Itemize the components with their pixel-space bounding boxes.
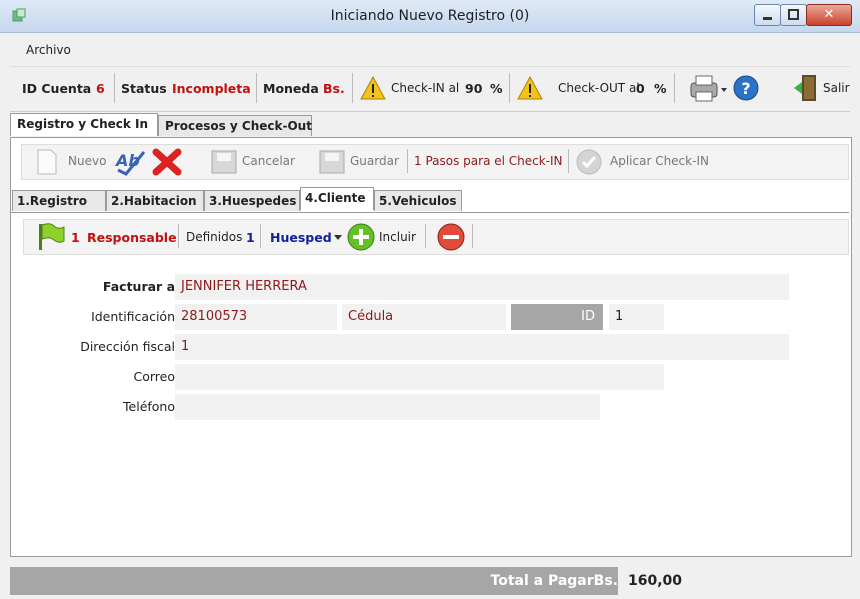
aplicar-check-in-button[interactable]: Aplicar Check-IN (610, 154, 709, 168)
save-icon (319, 150, 345, 174)
moneda-label: Moneda (263, 81, 319, 96)
tab-habitacion[interactable]: 2.Habitacion (106, 190, 204, 211)
direccion-fiscal-label: Dirección fiscal (80, 339, 175, 354)
separator (674, 73, 675, 103)
id-value-field[interactable]: 1 (609, 304, 664, 330)
title-bar: Iniciando Nuevo Registro (0) ✕ (0, 0, 860, 33)
add-circle-icon[interactable] (346, 222, 376, 252)
minimize-button[interactable] (754, 4, 781, 26)
id-cuenta-value: 6 (96, 81, 105, 96)
client-toolbar: 1 Responsable Definidos 1 Huesped Inclui… (23, 219, 849, 255)
window-title: Iniciando Nuevo Registro (0) (330, 8, 530, 24)
responsable-label: Responsable (87, 230, 177, 245)
exit-door-icon[interactable] (793, 73, 819, 103)
tab-vehiculos[interactable]: 5.Vehiculos (374, 190, 462, 211)
cancelar-button[interactable]: Cancelar (242, 154, 295, 168)
maximize-icon (788, 9, 799, 20)
total-label: Total a PagarBs. (490, 573, 618, 589)
svg-text:?: ? (741, 79, 750, 98)
warning-icon (517, 75, 543, 100)
separator (509, 73, 510, 103)
total-value: 160,00 (628, 573, 683, 589)
correo-field[interactable] (175, 364, 664, 390)
delete-x-icon[interactable] (152, 148, 182, 176)
checkout-label: Check-OUT al (558, 81, 640, 95)
tipo-documento-field[interactable]: Cédula (342, 304, 506, 330)
help-icon[interactable]: ? (732, 74, 760, 102)
moneda-value: Bs. (323, 81, 345, 96)
separator (568, 149, 569, 173)
menu-archivo[interactable]: Archivo (26, 43, 71, 57)
huesped-dropdown[interactable]: Huesped (270, 230, 332, 245)
registro-panel: Nuevo Ab Cancelar Guardar 1 Pasos para e… (10, 137, 852, 557)
incluir-button[interactable]: Incluir (379, 230, 416, 244)
total-bar: Total a PagarBs. 160,00 (10, 567, 850, 595)
separator (425, 224, 426, 248)
separator (472, 224, 473, 248)
id-cuenta-label: ID Cuenta (22, 81, 92, 96)
printer-icon[interactable] (689, 73, 729, 103)
dropdown-arrow-icon (721, 88, 727, 92)
pasos-check-in: 1 Pasos para el Check-IN (414, 154, 563, 168)
checkin-label: Check-IN al (391, 81, 460, 95)
close-button[interactable]: ✕ (806, 4, 852, 26)
tab-registro[interactable]: 1.Registro (12, 190, 106, 211)
telefono-field[interactable] (175, 394, 600, 420)
correo-label: Correo (133, 369, 176, 384)
tab-procesos-check-out[interactable]: Procesos y Check-Out (158, 115, 312, 136)
guardar-button[interactable]: Guardar (350, 154, 399, 168)
new-document-icon (37, 149, 57, 175)
cancel-save-icon (211, 150, 237, 174)
cliente-panel: 1 Responsable Definidos 1 Huesped Inclui… (11, 212, 849, 553)
definidos-label: Definidos (186, 230, 243, 244)
checkin-unit: % (490, 81, 503, 96)
identificacion-label: Identificación (91, 309, 175, 324)
facturar-label: Facturar a (102, 279, 175, 294)
checkout-unit: % (654, 81, 667, 96)
dropdown-arrow-icon[interactable] (334, 235, 342, 241)
tab-registro-check-in[interactable]: Registro y Check In (10, 113, 158, 136)
status-bar: ID Cuenta 6 Status Incompleta Moneda Bs.… (10, 66, 850, 112)
remove-circle-icon[interactable] (436, 222, 466, 252)
separator (256, 73, 257, 103)
spell-check-icon[interactable]: Ab (114, 148, 148, 176)
green-flag-icon (39, 223, 65, 250)
close-icon: ✕ (823, 7, 835, 22)
status-value: Incompleta (172, 81, 251, 96)
maximize-button[interactable] (780, 4, 807, 26)
definidos-value: 1 (246, 230, 255, 245)
telefono-label: Teléfono (123, 399, 175, 414)
nuevo-button[interactable]: Nuevo (68, 154, 106, 168)
status-label: Status (121, 81, 167, 96)
separator (352, 73, 353, 103)
main-window: Iniciando Nuevo Registro (0) ✕ Archivo I… (0, 0, 860, 599)
tab-cliente[interactable]: 4.Cliente (300, 187, 374, 210)
checkin-value: 90 (465, 81, 483, 96)
facturar-field[interactable]: JENNIFER HERRERA (175, 274, 789, 300)
apply-check-icon (576, 149, 602, 175)
separator (407, 149, 408, 173)
warning-icon (360, 75, 386, 100)
tab-huespedes[interactable]: 3.Huespedes (204, 190, 300, 211)
separator (260, 224, 261, 248)
identificacion-field[interactable]: 28100573 (175, 304, 337, 330)
direccion-fiscal-field[interactable]: 1 (175, 334, 789, 360)
separator (114, 73, 115, 103)
minimize-icon (763, 17, 772, 20)
salir-button[interactable]: Salir (823, 81, 850, 95)
checkout-value: 0 (636, 81, 645, 96)
separator (178, 224, 179, 248)
menu-bar: Archivo (0, 40, 860, 60)
action-toolbar: Nuevo Ab Cancelar Guardar 1 Pasos para e… (21, 144, 849, 180)
id-label-field: ID (511, 304, 603, 330)
responsable-count: 1 (71, 230, 80, 245)
